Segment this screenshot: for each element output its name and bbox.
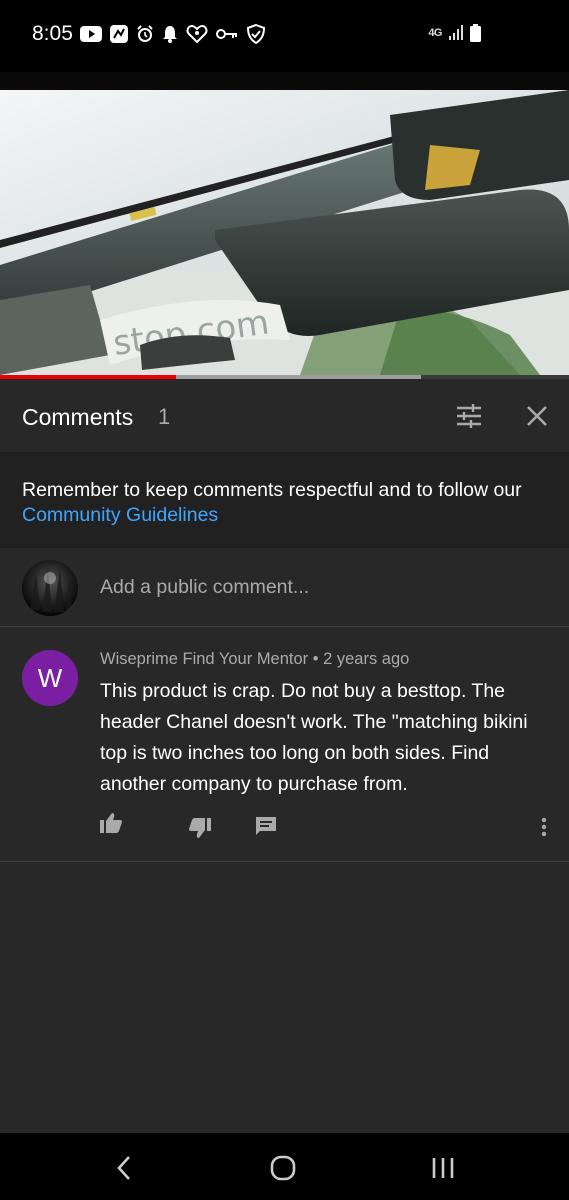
home-icon (270, 1155, 296, 1181)
video-frame: stop.com (0, 90, 569, 375)
sync-icon (110, 25, 128, 43)
author-avatar[interactable]: W (22, 650, 78, 706)
youtube-icon (80, 26, 102, 42)
dislike-button[interactable] (188, 816, 214, 842)
status-time: 8:05 (32, 22, 73, 45)
comment-item: W Wiseprime Find Your Mentor • 2 years a… (0, 628, 569, 862)
comment-meta: Wiseprime Find Your Mentor • 2 years ago (100, 650, 410, 668)
network-4g-icon: 4G (428, 27, 442, 39)
key-icon (216, 29, 237, 39)
signal-icon (449, 25, 463, 40)
add-comment-input[interactable]: Add a public comment... (100, 576, 309, 599)
guidelines-notice: Remember to keep comments respectful and… (0, 452, 569, 548)
video-player[interactable]: stop.com (0, 90, 569, 375)
reply-comment-icon (256, 817, 276, 835)
close-icon (527, 406, 547, 426)
bell-icon (163, 26, 177, 43)
back-icon (117, 1156, 130, 1180)
like-button[interactable] (99, 811, 125, 837)
comment-text: This product is crap. Do not buy a bestt… (100, 680, 528, 795)
battery-icon (470, 24, 481, 42)
system-icons: 4G (428, 24, 481, 42)
avatar-image (30, 568, 72, 612)
guidelines-text: Remember to keep comments respectful and… (22, 478, 552, 528)
comment-actions (0, 813, 569, 843)
video-top-bar (0, 72, 569, 90)
tune-icon (457, 404, 481, 428)
system-nav-bar (0, 1133, 569, 1200)
user-avatar (22, 560, 78, 616)
more-options-button[interactable] (534, 816, 554, 842)
sort-filter-button[interactable] (454, 401, 484, 431)
guidelines-prefix: Remember to keep comments respectful and… (22, 479, 522, 501)
more-vert-icon (541, 817, 547, 837)
thumb-up-icon (100, 813, 122, 833)
status-bar: 8:05 4G (0, 0, 569, 72)
shield-icon (246, 24, 266, 44)
add-comment-row: Add a public comment... (0, 548, 569, 627)
home-button[interactable] (268, 1153, 298, 1183)
comments-header: Comments 1 (0, 379, 569, 452)
back-button[interactable] (110, 1153, 140, 1183)
recent-apps-button[interactable] (428, 1153, 458, 1183)
comments-count: 1 (158, 404, 171, 429)
close-button[interactable] (522, 401, 552, 431)
notification-icons (80, 24, 266, 44)
alarm-icon (137, 25, 153, 42)
reply-button[interactable] (254, 814, 280, 840)
recent-apps-icon (432, 1158, 454, 1178)
comments-title: Comments (22, 404, 134, 430)
community-guidelines-link[interactable]: Community Guidelines (22, 504, 218, 526)
thumb-down-icon (189, 818, 211, 838)
iheart-icon (186, 25, 208, 43)
